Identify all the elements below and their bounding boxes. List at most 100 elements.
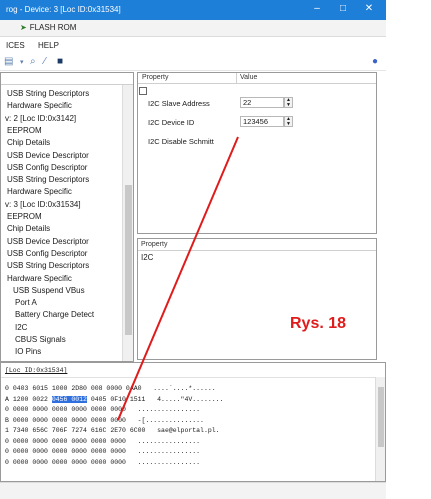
hex-row[interactable]: 0 0000 0000 0000 0000 0000 0000 ........…	[5, 459, 200, 466]
properties-panel: Property Value I2C Slave Address 22 ▲ ▼ I…	[137, 72, 377, 234]
slave-address-input[interactable]: 22 ▲ ▼	[240, 97, 293, 108]
tree-item[interactable]: Hardware Specific	[7, 274, 72, 283]
minimize-button[interactable]: –	[310, 3, 324, 14]
hex-bytes: 0405 0F10 1511	[90, 395, 146, 403]
expand-checkbox[interactable]	[139, 87, 147, 95]
tree-item[interactable]: Hardware Specific	[7, 101, 72, 110]
hex-row[interactable]: 0 0000 0000 0000 0000 0000 0000 ........…	[5, 438, 200, 445]
hex-header: [Loc ID:0x31534]	[5, 367, 68, 374]
hex-bytes: 0000 0000 0000 0000	[12, 458, 91, 466]
hex-row[interactable]: 0 0000 0000 0000 0000 0000 0000 ........…	[5, 448, 200, 455]
device-id-spinner[interactable]: ▲ ▼	[284, 116, 293, 127]
hex-row[interactable]: B 0000 0000 0000 0000 0000 0000 -[......…	[5, 417, 204, 424]
hex-address: A	[5, 395, 9, 403]
tree-item[interactable]: USB String Descriptors	[7, 261, 89, 270]
close-button[interactable]: ✕	[362, 3, 376, 14]
tree-scrollbar[interactable]	[122, 85, 133, 361]
tree-item[interactable]: Chip Details	[7, 138, 50, 147]
tab-flash-rom[interactable]: ➤ FLASH ROM	[20, 23, 76, 32]
prop-label-disable-schmitt: I2C Disable Schmitt	[148, 137, 214, 146]
hex-address: 1	[5, 427, 9, 434]
hex-address: 0	[5, 437, 9, 445]
hex-ascii: ....`....*......	[153, 385, 216, 392]
tree-header	[1, 73, 133, 85]
hex-bytes: 7340 656C 706F 7274	[12, 427, 91, 434]
hex-bytes: 0000 0000 0000 0000	[12, 437, 91, 445]
menu-devices[interactable]: ICES	[6, 41, 25, 50]
hex-address: B	[5, 416, 9, 424]
device-icon[interactable]: ▤	[4, 56, 13, 67]
search-icon[interactable]: ⌕	[30, 56, 36, 67]
properties-header: Property Value	[138, 73, 376, 84]
hex-ascii: ................	[137, 437, 201, 445]
device-id-input[interactable]: 123456 ▲ ▼	[240, 116, 293, 127]
hex-bytes: 0000 0000	[90, 458, 126, 466]
hex-row[interactable]: 0 0000 0000 0000 0000 0000 0000 ........…	[5, 406, 200, 413]
tree-item[interactable]: Port A	[15, 298, 37, 307]
tree-item[interactable]: IO Pins	[15, 347, 41, 356]
hex-bytes: 0000 0000	[90, 448, 126, 455]
hex-ascii: ................	[137, 448, 201, 455]
hex-bytes: 1200 0022	[12, 395, 52, 403]
tree-item[interactable]: USB Config Descriptor	[7, 163, 87, 172]
tree-item[interactable]: I2C	[15, 323, 27, 332]
hex-address: 0	[5, 385, 9, 392]
hex-bytes: 0403 6015 1000 2D80	[12, 385, 91, 392]
hex-row[interactable]: A 1200 0022 0456 0012 0405 0F10 1511 4..…	[5, 395, 224, 403]
hex-address: 0	[5, 458, 9, 466]
hex-dump-panel: [Loc ID:0x31534] 0 0403 6015 1000 2D80 0…	[0, 362, 386, 482]
hex-bytes-selected: 0456 0012	[51, 395, 87, 403]
hex-separator	[1, 377, 377, 378]
hex-bytes: 008 0000 0AA0	[90, 385, 142, 392]
tree-scroll-thumb[interactable]	[125, 185, 132, 335]
window-title: rog - Device: 3 [Loc ID:0x31534]	[6, 5, 121, 14]
tree-item[interactable]: USB Suspend VBus	[13, 286, 85, 295]
prop-label-device-id: I2C Device ID	[148, 118, 195, 127]
tree-item[interactable]: USB String Descriptors	[7, 175, 89, 184]
tree-item[interactable]: EEPROM	[7, 212, 42, 221]
device-tree: USB String Descriptors Hardware Specific v…	[0, 72, 134, 362]
tree-item[interactable]: v: 2 [Loc ID:0x3142]	[5, 114, 76, 123]
hex-bytes: 0000 0000	[90, 406, 126, 413]
tree-item[interactable]: USB Config Descriptor	[7, 249, 87, 258]
hex-scrollbar[interactable]	[375, 377, 385, 481]
slave-address-spinner[interactable]: ▲ ▼	[284, 97, 293, 108]
tree-item[interactable]: EEPROM	[7, 126, 42, 135]
hex-bytes: 0000 0000	[90, 416, 126, 424]
wand-icon[interactable]: ⁄	[44, 56, 46, 67]
tree-item[interactable]: Battery Charge Detect	[15, 310, 94, 319]
hex-bytes: 0000 0000	[90, 437, 126, 445]
hex-ascii: 4....."4V........	[157, 395, 224, 403]
chevron-down-icon[interactable]: ▾	[20, 58, 24, 66]
menu-help[interactable]: HELP	[38, 41, 59, 50]
tree-item[interactable]: v: 3 [Loc ID:0x31534]	[5, 200, 81, 209]
tree-item[interactable]: Chip Details	[7, 224, 50, 233]
tree-item[interactable]: USB Device Descriptor	[7, 237, 89, 246]
arrow-icon: ➤	[20, 23, 27, 32]
hex-ascii: -[...............	[137, 416, 204, 424]
header-value: Value	[240, 74, 258, 81]
status-bar	[0, 482, 386, 499]
maximize-button[interactable]: □	[336, 3, 350, 14]
hex-bytes: 616C 2E70 6C00	[90, 427, 146, 434]
toolbar: ▤ ▾ ⌕ ⁄ ■ ●	[0, 53, 386, 71]
chip-icon[interactable]: ■	[57, 56, 63, 67]
tree-item[interactable]: USB Device Descriptor	[7, 151, 89, 160]
help-icon[interactable]: ●	[372, 56, 378, 67]
tree-item[interactable]: CBUS Signals	[15, 335, 66, 344]
hex-ascii: ................	[137, 406, 201, 413]
description-panel: Property I2C	[137, 238, 377, 360]
menu-bar: ICES HELP	[0, 37, 386, 53]
hex-row[interactable]: 1 7340 656C 706F 7274 616C 2E70 6C00 sae…	[5, 427, 220, 434]
tree-item[interactable]: Hardware Specific	[7, 187, 72, 196]
hex-scroll-thumb[interactable]	[378, 387, 384, 447]
tree-item[interactable]: USB String Descriptors	[7, 89, 89, 98]
title-bar: rog - Device: 3 [Loc ID:0x31534] – □ ✕	[0, 0, 386, 20]
hex-row[interactable]: 0 0403 6015 1000 2D80 008 0000 0AA0 ....…	[5, 385, 216, 392]
hex-bytes: 0000 0000 0000 0000	[12, 448, 91, 455]
hex-ascii: ................	[137, 458, 201, 466]
prop-label-slave-address: I2C Slave Address	[148, 99, 210, 108]
hex-address: 0	[5, 406, 9, 413]
slave-address-value: 22	[243, 98, 252, 107]
description-header: Property	[138, 239, 376, 251]
